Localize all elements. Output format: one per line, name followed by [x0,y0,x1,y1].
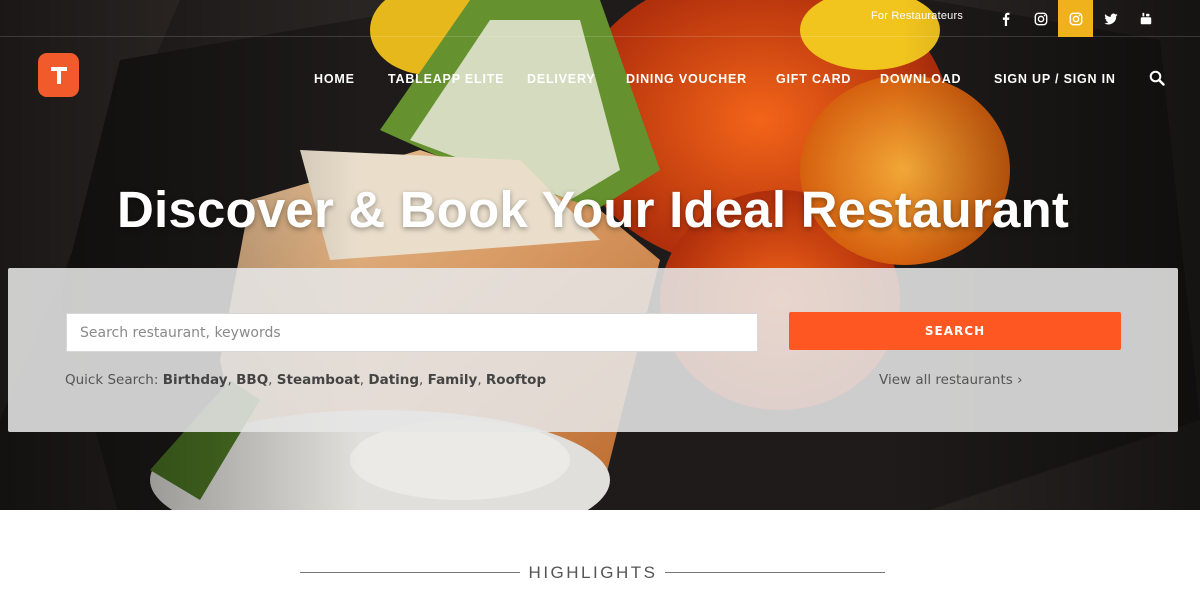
quick-search-label: Quick Search: [65,372,159,388]
quick-tag-bbq[interactable]: BBQ [236,372,268,388]
for-restaurateurs-link[interactable]: For Restaurateurs [871,10,963,22]
instagram-icon[interactable] [1058,0,1093,37]
search-input[interactable] [66,313,758,352]
twitter-icon[interactable] [1093,0,1128,37]
quick-search: Quick Search: Birthday, BBQ, Steamboat, … [65,372,547,388]
instagram-icon[interactable] [1023,0,1058,37]
logo-t-icon [50,67,67,84]
quick-tag-family[interactable]: Family [428,372,478,388]
facebook-icon[interactable] [988,0,1023,37]
hero-headline: Discover & Book Your Ideal Restaurant [116,181,1070,238]
tableapp-logo[interactable] [38,53,79,97]
nav-download[interactable]: DOWNLOAD [880,72,961,86]
hero-banner: For Restaurateurs HOME TABLEAPP ELITE DE… [0,0,1200,510]
quick-tag-dating[interactable]: Dating [368,372,419,388]
view-all-restaurants-link[interactable]: View all restaurants › [879,372,1023,388]
quick-tag-birthday[interactable]: Birthday [163,372,228,388]
youtube-icon[interactable] [1128,0,1163,37]
search-panel: SEARCH Quick Search: Birthday, BBQ, Stea… [8,268,1178,432]
quick-tag-steamboat[interactable]: Steamboat [277,372,360,388]
nav-gift-card[interactable]: GIFT CARD [776,72,851,86]
top-bar: For Restaurateurs [0,0,1200,37]
nav-dining-voucher[interactable]: DINING VOUCHER [626,72,747,86]
highlights-heading: HIGHLIGHTS [528,563,658,582]
nav-tableapp-elite[interactable]: TABLEAPP ELITE [388,72,504,86]
nav-home[interactable]: HOME [314,72,355,86]
search-button[interactable]: SEARCH [789,312,1121,350]
search-icon[interactable] [1149,70,1165,86]
nav-sign-in[interactable]: SIGN UP / SIGN IN [994,72,1116,86]
quick-tag-rooftop[interactable]: Rooftop [486,372,546,388]
nav-delivery[interactable]: DELIVERY [527,72,595,86]
